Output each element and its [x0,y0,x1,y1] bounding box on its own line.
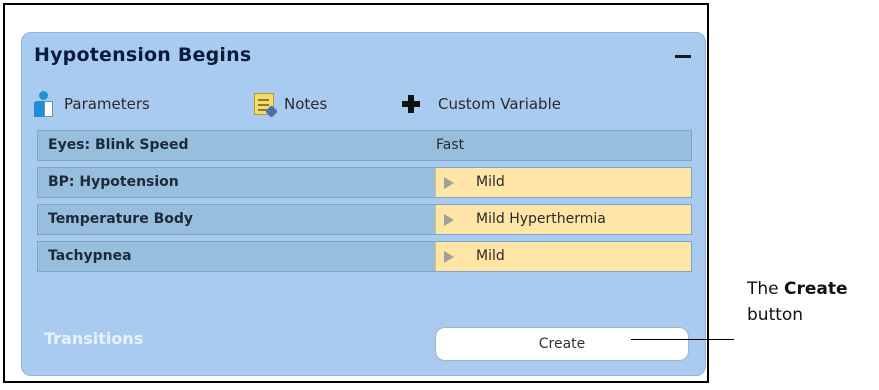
collapse-minus-icon[interactable] [675,55,691,58]
custom-variable-button[interactable]: Custom Variable [402,91,561,117]
plus-icon [402,95,420,113]
callout-line [631,339,734,340]
panel-title: Hypotension Begins [34,44,252,66]
create-button[interactable]: Create [435,327,689,361]
callout-prefix: The [747,279,779,299]
screenshot-frame: Hypotension Begins Parameters Notes Cust… [3,3,709,383]
callout-suffix: button [747,305,804,325]
row-value-text: Fast [436,137,465,153]
row-value-text: Mild [476,174,505,190]
table-row: BP: Hypotension Mild [37,167,692,198]
table-row: Tachypnea Mild [37,241,692,272]
parameters-label: Parameters [64,95,150,113]
notes-label: Notes [284,95,328,113]
parameters-button[interactable]: Parameters [32,91,150,117]
row-name: Tachypnea [48,248,132,264]
notes-icon [254,93,278,118]
parameters-person-icon [32,91,54,117]
row-name: BP: Hypotension [48,174,179,190]
custom-variable-label: Custom Variable [438,95,561,113]
play-arrow-icon [444,251,454,263]
callout-text: The Create button [747,276,848,328]
row-value: Fast [435,131,691,160]
row-value-editor[interactable]: Mild Hyperthermia [435,205,691,234]
play-arrow-icon [444,177,454,189]
table-row: Eyes: Blink Speed Fast [37,130,692,161]
row-value-text: Mild Hyperthermia [476,211,606,227]
table-row: Temperature Body Mild Hyperthermia [37,204,692,235]
transitions-label: Transitions [44,329,144,348]
panel-toolbar: Parameters Notes Custom Variable [32,91,692,118]
row-name: Eyes: Blink Speed [48,137,189,153]
play-arrow-icon [444,214,454,226]
row-value-editor[interactable]: Mild [435,242,691,271]
row-value-editor[interactable]: Mild [435,168,691,197]
parameter-rows: Eyes: Blink Speed Fast BP: Hypotension M… [37,130,692,278]
row-name: Temperature Body [48,211,194,227]
row-value-text: Mild [476,248,505,264]
state-panel: Hypotension Begins Parameters Notes Cust… [21,32,706,376]
notes-button[interactable]: Notes [254,91,328,118]
callout-bold: Create [784,279,848,299]
